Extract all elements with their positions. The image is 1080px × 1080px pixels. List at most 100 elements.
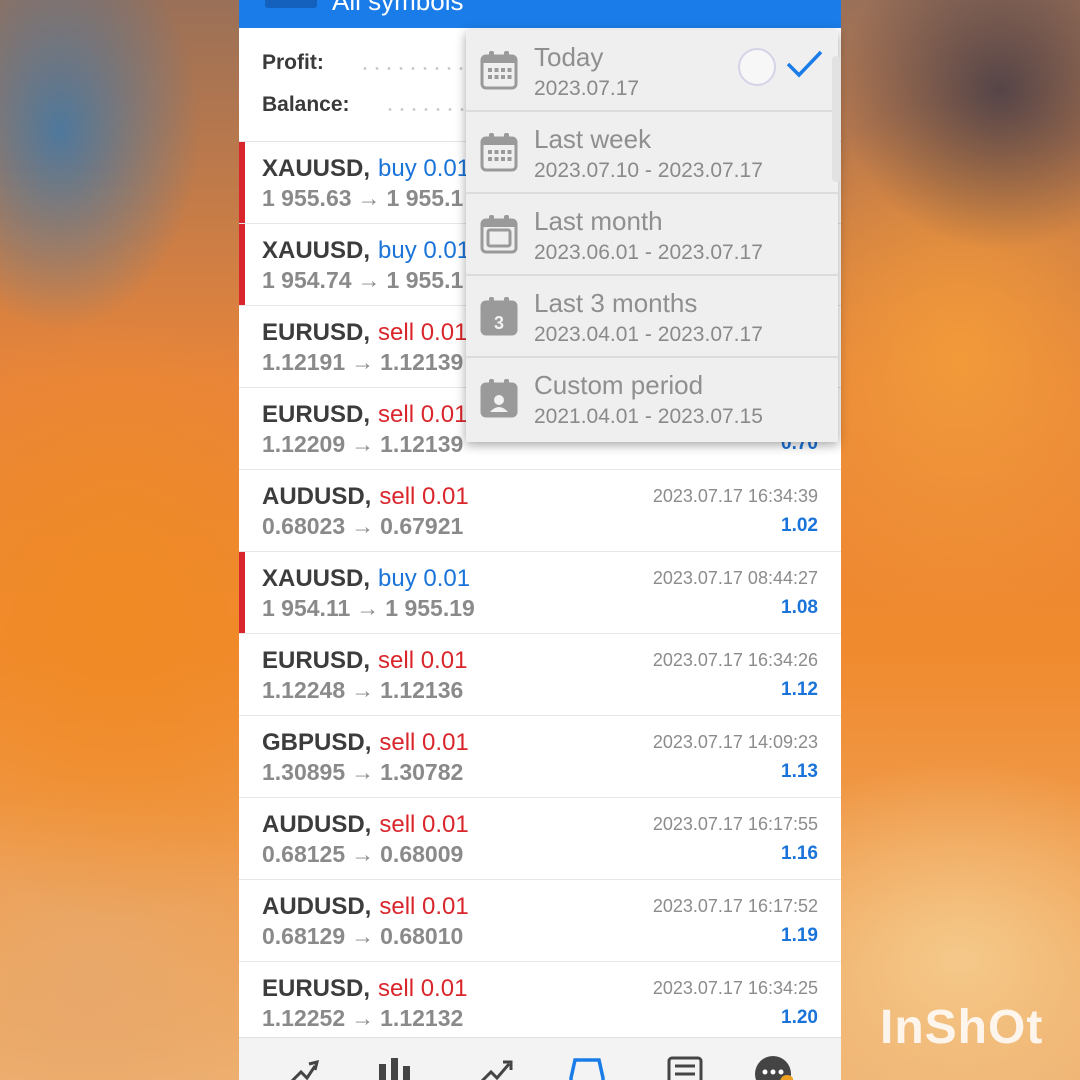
close-price: 0.68010 <box>380 923 464 949</box>
trade-row[interactable]: AUDUSD, sell 0.01 0.68023 → 0.67921 2023.07.1… <box>239 470 841 552</box>
period-option[interactable]: Last month 2023.06.01 - 2023.07.17 <box>466 194 838 276</box>
trade-time: 2023.07.17 16:17:52 <box>652 896 818 916</box>
close-price: 1.30782 <box>380 759 464 785</box>
trade-profit: 1.13 <box>781 761 818 782</box>
trade-symbol: AUDUSD <box>262 483 365 510</box>
trade-volume: 0.01 <box>422 811 469 838</box>
quotes-icon[interactable] <box>281 1052 321 1080</box>
trade-title: EURUSD, sell 0.01 <box>262 974 467 1004</box>
trade-row[interactable]: EURUSD, sell 0.01 1.12248 → 1.12136 2023.07.1… <box>239 634 841 716</box>
trade-separator: , <box>364 811 372 838</box>
trade-time: 2023.07.17 16:34:39 <box>652 486 818 506</box>
close-price: 0.67921 <box>380 513 464 539</box>
trade-symbol: EURUSD <box>262 647 364 674</box>
trade-row[interactable]: GBPUSD, sell 0.01 1.30895 → 1.30782 2023.07.1… <box>239 716 841 798</box>
arrow-right-icon: → <box>351 759 375 785</box>
chart-icon[interactable] <box>375 1052 415 1080</box>
trade-type: sell <box>379 893 416 920</box>
arrow-right-icon: → <box>351 513 375 539</box>
trade-prices: 0.68125 → 0.68009 <box>262 839 463 869</box>
open-price: 1.12191 <box>262 349 346 375</box>
trade-type: sell <box>378 975 415 1002</box>
trade-prices: 0.68023 → 0.67921 <box>262 511 463 541</box>
period-option[interactable]: Last week 2023.07.10 - 2023.07.17 <box>466 112 838 194</box>
trade-title: AUDUSD, sell 0.01 <box>262 892 469 922</box>
trade-separator: , <box>364 483 372 510</box>
arrow-right-icon: → <box>351 923 375 949</box>
close-price: 1.12132 <box>380 1005 464 1031</box>
calendar-week-icon <box>480 132 518 172</box>
trade-symbol: AUDUSD <box>262 811 365 838</box>
trade-volume: 0.01 <box>420 319 468 346</box>
trade-profit: 1.16 <box>781 843 818 864</box>
arrow-right-icon: → <box>351 677 375 703</box>
header-title[interactable]: All symbols <box>332 0 463 16</box>
open-price: 0.68125 <box>262 841 346 867</box>
arrow-right-icon: → <box>351 431 375 457</box>
trade-volume: 0.01 <box>423 237 471 264</box>
period-range: 2023.04.01 - 2023.07.17 <box>534 323 763 346</box>
close-price: 1.12139 <box>380 349 464 375</box>
open-price: 1.12248 <box>262 677 346 703</box>
trade-volume: 0.01 <box>422 729 469 756</box>
trade-row[interactable]: EURUSD, sell 0.01 1.12252 → 1.12132 2023.07.1… <box>239 962 841 1044</box>
trade-profit: 1.20 <box>781 1007 818 1028</box>
trade-time: 2023.07.17 16:17:55 <box>652 814 818 834</box>
trade-time: 2023.07.17 16:34:26 <box>652 650 818 670</box>
close-price: 1.12136 <box>380 677 464 703</box>
trade-type: sell <box>379 811 416 838</box>
selection-radio[interactable] <box>738 48 776 86</box>
arrow-right-icon: → <box>357 185 381 211</box>
period-range: 2023.06.01 - 2023.07.17 <box>534 241 763 264</box>
trade-volume: 0.01 <box>420 401 468 428</box>
trade-symbol: AUDUSD <box>262 893 365 920</box>
trade-icon[interactable] <box>475 1052 515 1080</box>
trade-title: EURUSD, sell 0.01 <box>262 646 467 676</box>
trade-type: sell <box>378 647 415 674</box>
news-icon[interactable] <box>665 1052 705 1080</box>
close-price: 0.68009 <box>380 841 464 867</box>
trade-separator: , <box>363 565 371 592</box>
period-option[interactable]: Today 2023.07.17 <box>466 30 838 112</box>
close-price: 1 955.19 <box>385 595 475 621</box>
history-icon[interactable] <box>567 1052 607 1080</box>
app-header: All symbols <box>239 0 841 28</box>
menu-icon[interactable] <box>265 0 317 8</box>
balance-label: Balance: <box>262 93 350 116</box>
trade-symbol: XAUUSD <box>262 565 364 592</box>
period-range: 2023.07.17 <box>534 77 640 100</box>
trade-separator: , <box>363 401 371 428</box>
more-icon[interactable] <box>753 1052 794 1080</box>
trade-title: EURUSD, sell 0.01 <box>262 318 467 348</box>
trade-title: XAUUSD, buy 0.01 <box>262 564 470 594</box>
trade-volume: 0.01 <box>422 893 469 920</box>
trade-row[interactable]: AUDUSD, sell 0.01 0.68125 → 0.68009 2023.07.1… <box>239 798 841 880</box>
period-option[interactable]: 3 Last 3 months 2023.04.01 - 2023.07.17 <box>466 276 838 358</box>
trade-type: sell <box>378 319 415 346</box>
open-price: 1.30895 <box>262 759 346 785</box>
trade-separator: , <box>363 975 371 1002</box>
trade-title: AUDUSD, sell 0.01 <box>262 482 469 512</box>
trade-row[interactable]: AUDUSD, sell 0.01 0.68129 → 0.68010 2023.07.1… <box>239 880 841 962</box>
open-price: 0.68129 <box>262 923 346 949</box>
calendar-custom-icon <box>480 378 518 418</box>
trade-prices: 1 955.63 → 1 955.1 <box>262 183 463 213</box>
open-price: 1 954.11 <box>262 595 351 621</box>
trade-type: sell <box>378 401 415 428</box>
trade-volume: 0.01 <box>420 975 468 1002</box>
close-price: 1 955.1 <box>386 185 464 211</box>
trade-symbol: GBPUSD <box>262 729 365 756</box>
trade-title: XAUUSD, buy 0.01 <box>262 236 470 266</box>
close-price: 1.12139 <box>380 431 464 457</box>
trade-symbol: EURUSD <box>262 401 364 428</box>
period-option[interactable]: Custom period 2021.04.01 - 2023.07.15 <box>466 358 838 440</box>
trade-time: 2023.07.17 08:44:27 <box>652 568 818 588</box>
open-price: 0.68023 <box>262 513 346 539</box>
trade-title: XAUUSD, buy 0.01 <box>262 154 470 184</box>
trade-row[interactable]: XAUUSD, buy 0.01 1 954.11 → 1 955.19 2023.07.… <box>239 552 841 634</box>
open-price: 1 954.74 <box>262 267 352 293</box>
trade-separator: , <box>363 647 371 674</box>
trade-prices: 1.12252 → 1.12132 <box>262 1003 463 1033</box>
trade-type: sell <box>379 483 416 510</box>
arrow-right-icon: → <box>351 841 375 867</box>
